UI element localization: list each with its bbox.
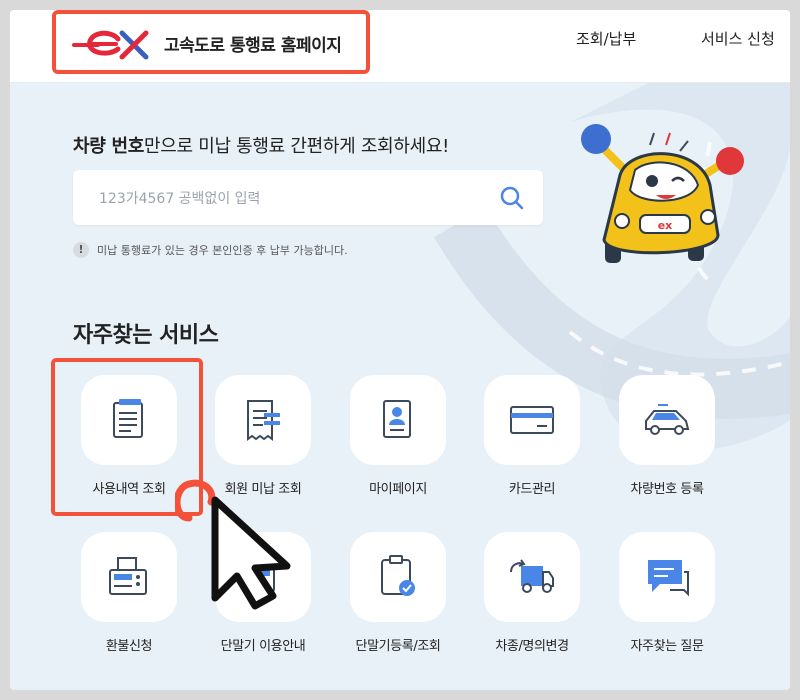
tile-label-refund: 환불신청 — [105, 639, 153, 654]
car-icon — [645, 404, 690, 435]
nav-service-apply[interactable]: 서비스 신청 — [701, 28, 775, 49]
headline-rest: 만으로 미납 통행료 간편하게 조회하세요! — [144, 136, 450, 157]
tile-label-faq: 자주찾는 질문 — [630, 639, 704, 654]
service-tile-member-unpaid[interactable] — [215, 375, 311, 465]
vehicle-number-input[interactable] — [97, 170, 481, 227]
receipt-icon — [247, 400, 280, 441]
top-header: 고속도로 통행료 홈페이지 조회/납부 서비스 신청 — [10, 10, 790, 83]
search-headline: 차량 번호만으로 미납 통행료 간편하게 조회하세요! — [73, 132, 449, 158]
profile-card-icon — [383, 400, 411, 438]
frequent-services-title: 자주찾는 서비스 — [73, 323, 219, 348]
info-icon: ! — [73, 242, 89, 258]
page-frame: 고속도로 통행료 홈페이지 조회/납부 서비스 신청 차량 번호만으로 미납 통… — [10, 10, 790, 690]
logo-link[interactable]: 고속도로 통행료 홈페이지 — [52, 10, 370, 74]
tile-label-vehicle-type-change: 차종/명의변경 — [495, 639, 569, 654]
notice: ! 미납 통행료가 있는 경우 본인인증 후 납부 가능합니다. — [73, 242, 348, 258]
vehicle-search-box — [73, 170, 543, 227]
site-title: 고속도로 통행료 홈페이지 — [164, 36, 342, 56]
headline-bold: 차량 번호 — [73, 136, 145, 157]
service-tile-vehicle-register[interactable] — [619, 375, 715, 465]
svg-text:ex: ex — [658, 219, 673, 232]
search-icon[interactable] — [499, 185, 525, 211]
service-tile-faq[interactable] — [619, 532, 715, 622]
card-icon — [510, 406, 554, 434]
tile-label-vehicle-register: 차량번호 등록 — [630, 482, 704, 497]
tile-label-mypage: 마이페이지 — [369, 482, 427, 497]
ex-logo-icon — [72, 30, 149, 60]
click-pointer-annotation — [175, 479, 291, 610]
service-tile-terminal-register[interactable] — [350, 532, 446, 622]
service-tile-refund[interactable] — [81, 532, 177, 622]
service-tile-vehicle-type-change[interactable] — [484, 532, 580, 622]
tile-label-terminal-register: 단말기등록/조회 — [355, 639, 441, 654]
nav-inquiry-payment[interactable]: 조회/납부 — [576, 28, 636, 49]
notice-text: 미납 통행료가 있는 경우 본인인증 후 납부 가능합니다. — [97, 244, 348, 257]
fax-printer-icon — [109, 557, 147, 595]
service-tile-card-management[interactable] — [484, 375, 580, 465]
chat-bubble-icon — [648, 560, 689, 597]
service-tile-mypage[interactable] — [350, 375, 446, 465]
mascot-car-illustration: ex — [581, 124, 744, 263]
clipboard-check-icon — [381, 555, 415, 596]
tile-label-card-management: 카드관리 — [508, 482, 556, 497]
tile-label-terminal-guide: 단말기 이용안내 — [220, 639, 306, 654]
truck-swap-icon — [510, 559, 554, 593]
